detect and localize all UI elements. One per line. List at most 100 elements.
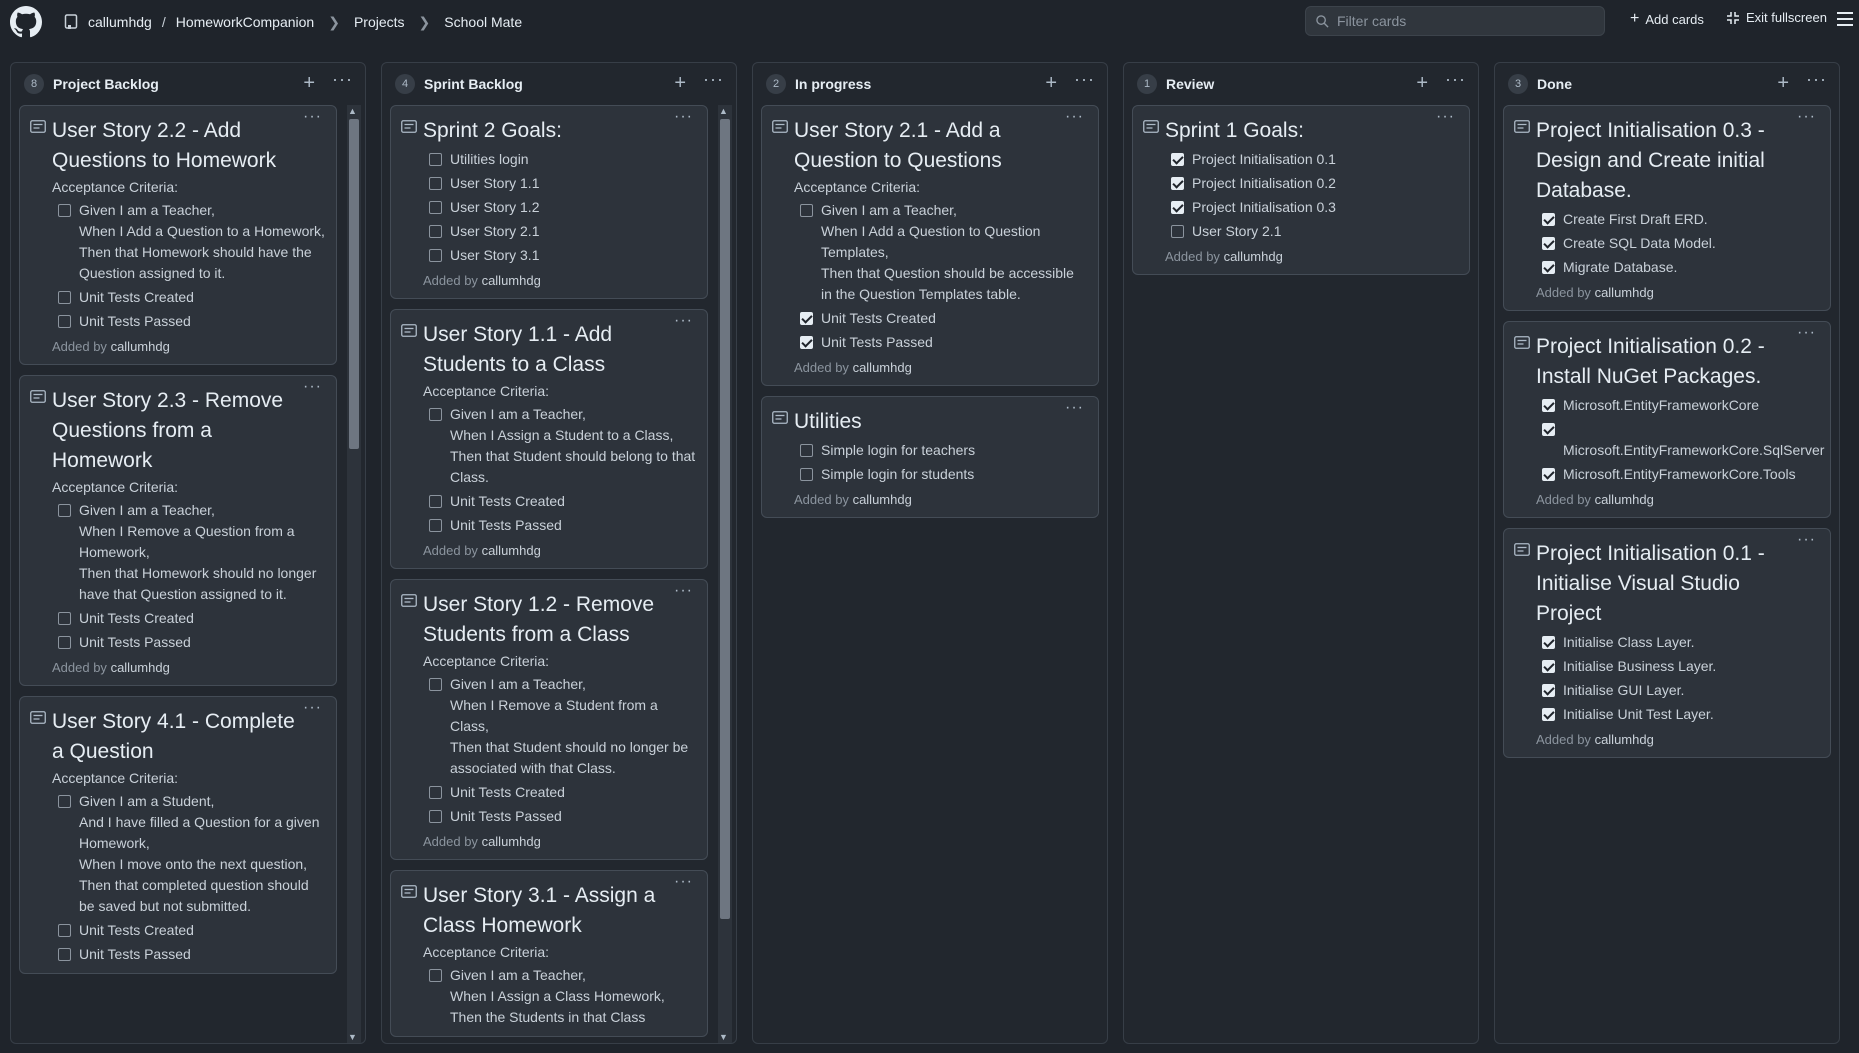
project-card[interactable]: ··· Sprint 2 Goals: Utilities login User St…: [390, 105, 708, 299]
card-menu-icon[interactable]: ···: [674, 108, 693, 126]
added-by-user[interactable]: callumhdg: [111, 339, 170, 354]
project-card[interactable]: ··· Sprint 1 Goals: Project Initialisation…: [1132, 105, 1470, 275]
github-logo-icon[interactable]: [10, 6, 42, 38]
column-scrollbar[interactable]: ▲ ▼: [718, 105, 732, 1043]
add-card-button[interactable]: +: [1416, 72, 1428, 95]
scrollbar-thumb[interactable]: [349, 119, 359, 449]
project-card[interactable]: ··· User Story 2.3 - Remove Questions fro…: [19, 375, 337, 686]
project-card[interactable]: ··· User Story 2.2 - Add Questions to Hom…: [19, 105, 337, 365]
checkbox-unchecked[interactable]: [429, 225, 442, 238]
card-menu-icon[interactable]: ···: [303, 699, 322, 717]
scroll-down-icon[interactable]: ▼: [348, 1032, 357, 1042]
checkbox-checked[interactable]: [800, 336, 813, 349]
checkbox-checked[interactable]: [1542, 237, 1555, 250]
project-card[interactable]: ··· Utilities Simple login for teachers Sim…: [761, 396, 1099, 518]
added-by-user[interactable]: callumhdg: [482, 273, 541, 288]
checkbox-unchecked[interactable]: [429, 810, 442, 823]
filter-cards-input[interactable]: [1337, 13, 1587, 29]
card-menu-icon[interactable]: ···: [1065, 108, 1084, 126]
card-menu-icon[interactable]: ···: [1797, 108, 1816, 126]
exit-fullscreen-button[interactable]: Exit fullscreen: [1726, 10, 1827, 25]
checkbox-unchecked[interactable]: [429, 495, 442, 508]
scroll-down-icon[interactable]: ▼: [719, 1032, 728, 1042]
column-scrollbar[interactable]: ▲ ▼: [347, 105, 361, 1043]
checkbox-checked[interactable]: [1542, 684, 1555, 697]
breadcrumb-owner[interactable]: callumhdg: [88, 14, 152, 30]
scroll-up-icon[interactable]: ▲: [719, 106, 728, 116]
breadcrumb-repo[interactable]: HomeworkCompanion: [176, 14, 315, 30]
filter-cards-field[interactable]: [1305, 6, 1605, 36]
project-card[interactable]: ··· User Story 1.2 - Remove Students from…: [390, 579, 708, 860]
card-menu-icon[interactable]: ···: [1065, 399, 1084, 417]
checkbox-checked[interactable]: [1542, 261, 1555, 274]
scroll-up-icon[interactable]: ▲: [348, 106, 357, 116]
checkbox-checked[interactable]: [1542, 468, 1555, 481]
added-by-user[interactable]: callumhdg: [1595, 285, 1654, 300]
checkbox-unchecked[interactable]: [58, 612, 71, 625]
checkbox-unchecked[interactable]: [429, 786, 442, 799]
added-by-user[interactable]: callumhdg: [1595, 732, 1654, 747]
checkbox-checked[interactable]: [1171, 177, 1184, 190]
checkbox-checked[interactable]: [800, 312, 813, 325]
project-card[interactable]: ··· User Story 1.1 - Add Students to a Cl…: [390, 309, 708, 569]
add-card-button[interactable]: +: [1777, 72, 1789, 95]
checkbox-unchecked[interactable]: [58, 795, 71, 808]
checkbox-unchecked[interactable]: [429, 519, 442, 532]
project-card[interactable]: ··· User Story 4.1 - Complete a Question A…: [19, 696, 337, 974]
checkbox-checked[interactable]: [1542, 423, 1555, 436]
project-card[interactable]: ··· Project Initialisation 0.2 - Install …: [1503, 321, 1831, 518]
breadcrumb-projects[interactable]: Projects: [354, 14, 405, 30]
breadcrumb-project[interactable]: School Mate: [444, 14, 522, 30]
card-menu-icon[interactable]: ···: [303, 378, 322, 396]
card-menu-icon[interactable]: ···: [1797, 324, 1816, 342]
card-menu-icon[interactable]: ···: [674, 582, 693, 600]
checkbox-unchecked[interactable]: [800, 204, 813, 217]
column-menu-icon[interactable]: ···: [1074, 69, 1095, 90]
add-cards-button[interactable]: + Add cards: [1630, 10, 1704, 28]
checkbox-unchecked[interactable]: [58, 291, 71, 304]
card-menu-icon[interactable]: ···: [674, 312, 693, 330]
checkbox-checked[interactable]: [1542, 213, 1555, 226]
added-by-user[interactable]: callumhdg: [853, 360, 912, 375]
scrollbar-thumb[interactable]: [720, 119, 730, 919]
checkbox-unchecked[interactable]: [429, 969, 442, 982]
column-menu-icon[interactable]: ···: [1806, 69, 1827, 90]
added-by-user[interactable]: callumhdg: [482, 834, 541, 849]
checkbox-unchecked[interactable]: [800, 468, 813, 481]
checkbox-checked[interactable]: [1171, 153, 1184, 166]
added-by-user[interactable]: callumhdg: [1224, 249, 1283, 264]
checkbox-unchecked[interactable]: [58, 315, 71, 328]
column-menu-icon[interactable]: ···: [332, 69, 353, 90]
menu-icon[interactable]: [1837, 12, 1853, 26]
project-card[interactable]: ··· Project Initialisation 0.3 - Design a…: [1503, 105, 1831, 311]
checkbox-unchecked[interactable]: [58, 204, 71, 217]
checkbox-checked[interactable]: [1542, 708, 1555, 721]
card-menu-icon[interactable]: ···: [1797, 531, 1816, 549]
checkbox-unchecked[interactable]: [429, 678, 442, 691]
column-menu-icon[interactable]: ···: [1445, 69, 1466, 90]
checkbox-checked[interactable]: [1542, 660, 1555, 673]
checkbox-unchecked[interactable]: [429, 408, 442, 421]
add-card-button[interactable]: +: [1045, 72, 1057, 95]
checkbox-unchecked[interactable]: [1171, 225, 1184, 238]
checkbox-unchecked[interactable]: [58, 948, 71, 961]
project-card[interactable]: ··· User Story 2.1 - Add a Question to Qu…: [761, 105, 1099, 386]
checkbox-unchecked[interactable]: [429, 153, 442, 166]
checkbox-unchecked[interactable]: [429, 249, 442, 262]
card-menu-icon[interactable]: ···: [674, 873, 693, 891]
project-card[interactable]: ··· User Story 3.1 - Assign a Class Homew…: [390, 870, 708, 1037]
checkbox-unchecked[interactable]: [429, 177, 442, 190]
added-by-user[interactable]: callumhdg: [482, 543, 541, 558]
column-menu-icon[interactable]: ···: [703, 69, 724, 90]
card-menu-icon[interactable]: ···: [303, 108, 322, 126]
added-by-user[interactable]: callumhdg: [1595, 492, 1654, 507]
checkbox-unchecked[interactable]: [429, 201, 442, 214]
checkbox-checked[interactable]: [1542, 636, 1555, 649]
checkbox-unchecked[interactable]: [800, 444, 813, 457]
card-menu-icon[interactable]: ···: [1436, 108, 1455, 126]
add-card-button[interactable]: +: [303, 72, 315, 95]
checkbox-unchecked[interactable]: [58, 504, 71, 517]
added-by-user[interactable]: callumhdg: [853, 492, 912, 507]
checkbox-checked[interactable]: [1171, 201, 1184, 214]
add-card-button[interactable]: +: [674, 72, 686, 95]
